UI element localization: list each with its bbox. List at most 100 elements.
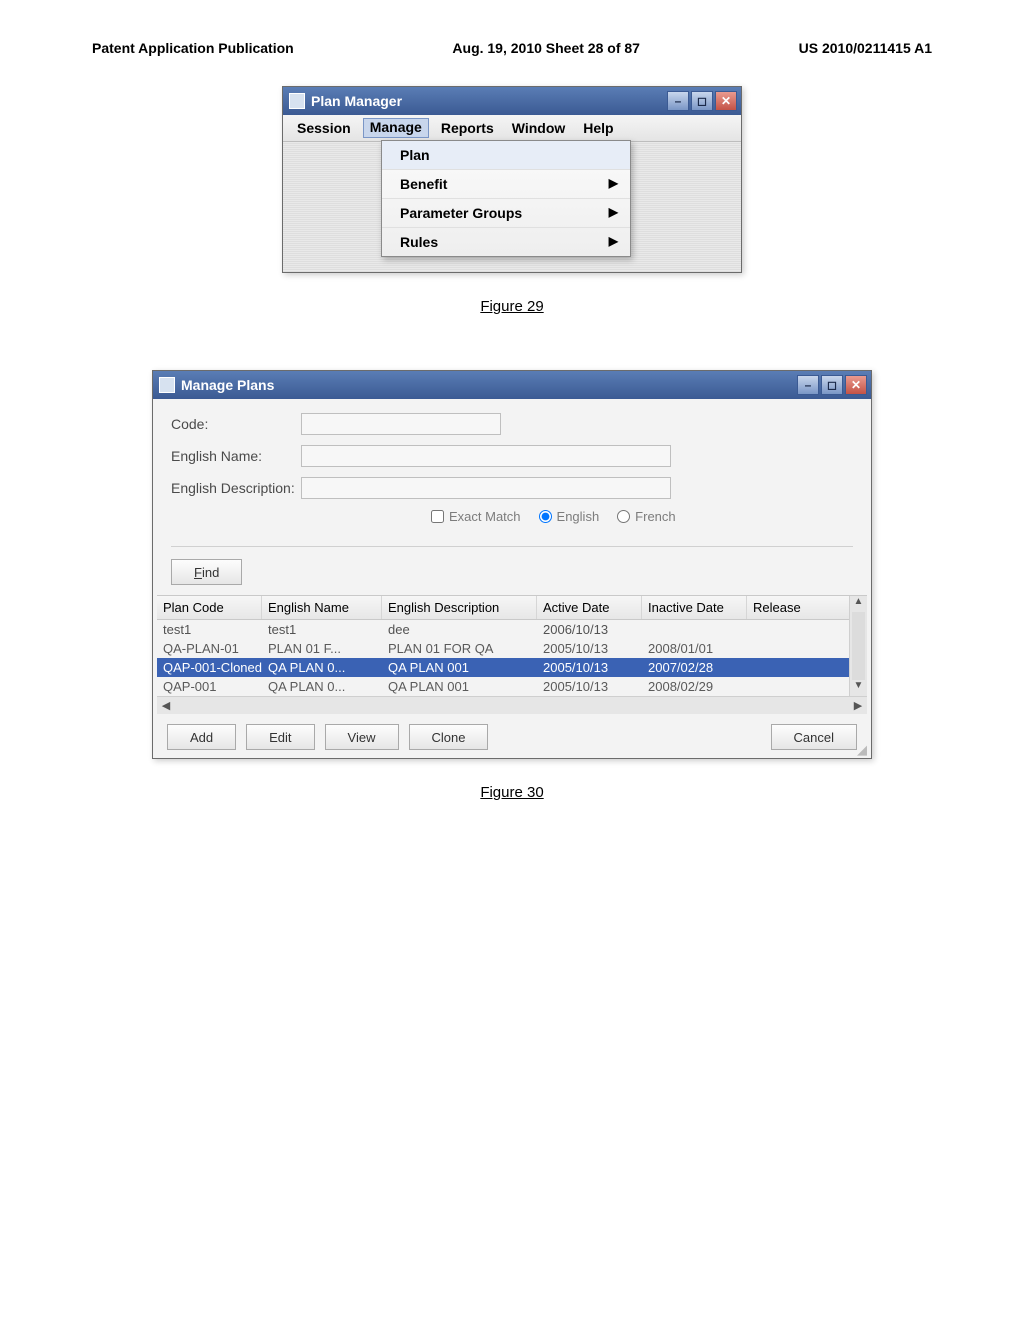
results-grid: Plan Code English Name English Descripti… bbox=[157, 595, 867, 714]
cell-desc: PLAN 01 FOR QA bbox=[382, 639, 537, 658]
figure-caption: Figure 29 bbox=[62, 298, 962, 315]
menu-window[interactable]: Window bbox=[512, 120, 566, 136]
scroll-track[interactable] bbox=[852, 612, 865, 680]
header-right: US 2010/0211415 A1 bbox=[799, 40, 932, 56]
code-input[interactable] bbox=[301, 413, 501, 435]
minimize-button[interactable]: – bbox=[797, 375, 819, 395]
maximize-icon: ◻ bbox=[697, 94, 707, 108]
dropdown-label: Parameter Groups bbox=[400, 205, 522, 221]
menubar: Session Manage Reports Window Help bbox=[283, 115, 741, 142]
table-row[interactable]: QAP-001 QA PLAN 0... QA PLAN 001 2005/10… bbox=[157, 677, 867, 696]
minimize-button[interactable]: – bbox=[667, 91, 689, 111]
english-description-input[interactable] bbox=[301, 477, 671, 499]
cell-name: PLAN 01 F... bbox=[262, 639, 382, 658]
english-radio-label: English bbox=[557, 509, 600, 524]
french-radio[interactable]: French bbox=[617, 509, 675, 524]
dropdown-plan[interactable]: Plan bbox=[382, 141, 630, 170]
manage-plans-window: Manage Plans – ◻ ✕ Code: English Name: E… bbox=[152, 370, 872, 759]
separator bbox=[171, 546, 853, 547]
menu-manage[interactable]: Manage bbox=[363, 118, 429, 138]
cell-code: QA-PLAN-01 bbox=[157, 639, 262, 658]
close-icon: ✕ bbox=[721, 94, 731, 108]
cell-active: 2005/10/13 bbox=[537, 677, 642, 696]
cell-inactive: 2007/02/28 bbox=[642, 658, 747, 677]
english-name-input[interactable] bbox=[301, 445, 671, 467]
add-button[interactable]: Add bbox=[167, 724, 236, 750]
cell-name: QA PLAN 0... bbox=[262, 658, 382, 677]
cell-desc: QA PLAN 001 bbox=[382, 658, 537, 677]
dropdown-benefit[interactable]: Benefit ▶ bbox=[382, 170, 630, 199]
dropdown-parameter-groups[interactable]: Parameter Groups ▶ bbox=[382, 199, 630, 228]
manage-dropdown: Plan Benefit ▶ Parameter Groups ▶ Rules … bbox=[381, 140, 631, 257]
cell-code: QAP-001-Cloned bbox=[157, 658, 262, 677]
find-button[interactable]: Find bbox=[171, 559, 242, 585]
cell-code: test1 bbox=[157, 620, 262, 639]
exact-match-label: Exact Match bbox=[449, 509, 521, 524]
cell-name: test1 bbox=[262, 620, 382, 639]
table-row-selected[interactable]: QAP-001-Cloned QA PLAN 0... QA PLAN 001 … bbox=[157, 658, 867, 677]
col-english-description[interactable]: English Description bbox=[382, 596, 537, 619]
app-icon bbox=[289, 93, 305, 109]
dropdown-label: Benefit bbox=[400, 176, 447, 192]
titlebar[interactable]: Manage Plans – ◻ ✕ bbox=[153, 371, 871, 399]
menu-reports[interactable]: Reports bbox=[441, 120, 494, 136]
header-center: Aug. 19, 2010 Sheet 28 of 87 bbox=[452, 40, 640, 56]
col-english-name[interactable]: English Name bbox=[262, 596, 382, 619]
grid-header: Plan Code English Name English Descripti… bbox=[157, 596, 867, 620]
submenu-arrow-icon: ▶ bbox=[609, 205, 618, 221]
cell-code: QAP-001 bbox=[157, 677, 262, 696]
table-row[interactable]: QA-PLAN-01 PLAN 01 F... PLAN 01 FOR QA 2… bbox=[157, 639, 867, 658]
vertical-scrollbar[interactable]: ▲ ▼ bbox=[849, 596, 867, 696]
maximize-button[interactable]: ◻ bbox=[691, 91, 713, 111]
submenu-arrow-icon: ▶ bbox=[609, 176, 618, 192]
cell-active: 2005/10/13 bbox=[537, 639, 642, 658]
cell-desc: dee bbox=[382, 620, 537, 639]
horizontal-scrollbar[interactable]: ◀ ▶ bbox=[157, 696, 867, 714]
scroll-down-icon[interactable]: ▼ bbox=[850, 680, 867, 696]
patent-header: Patent Application Publication Aug. 19, … bbox=[62, 40, 962, 86]
clone-button[interactable]: Clone bbox=[409, 724, 489, 750]
search-form: Code: English Name: English Description:… bbox=[153, 399, 871, 534]
window-body: Plan Benefit ▶ Parameter Groups ▶ Rules … bbox=[283, 142, 741, 272]
cell-inactive bbox=[642, 620, 747, 639]
col-plan-code[interactable]: Plan Code bbox=[157, 596, 262, 619]
code-label: Code: bbox=[171, 416, 301, 432]
scroll-left-icon[interactable]: ◀ bbox=[157, 699, 175, 712]
find-label-rest: ind bbox=[202, 565, 219, 580]
dropdown-rules[interactable]: Rules ▶ bbox=[382, 228, 630, 256]
scroll-right-icon[interactable]: ▶ bbox=[849, 699, 867, 712]
exact-match-box[interactable] bbox=[431, 510, 444, 523]
menu-help[interactable]: Help bbox=[583, 120, 613, 136]
app-icon bbox=[159, 377, 175, 393]
close-button[interactable]: ✕ bbox=[715, 91, 737, 111]
titlebar[interactable]: Plan Manager – ◻ ✕ bbox=[283, 87, 741, 115]
minimize-icon: – bbox=[805, 378, 812, 392]
col-inactive-date[interactable]: Inactive Date bbox=[642, 596, 747, 619]
menu-session[interactable]: Session bbox=[297, 120, 351, 136]
submenu-arrow-icon: ▶ bbox=[609, 234, 618, 250]
edit-button[interactable]: Edit bbox=[246, 724, 314, 750]
minimize-icon: – bbox=[675, 94, 682, 108]
header-left: Patent Application Publication bbox=[92, 40, 294, 56]
exact-match-checkbox[interactable]: Exact Match bbox=[431, 509, 521, 524]
cell-inactive: 2008/01/01 bbox=[642, 639, 747, 658]
cell-name: QA PLAN 0... bbox=[262, 677, 382, 696]
maximize-button[interactable]: ◻ bbox=[821, 375, 843, 395]
cancel-button[interactable]: Cancel bbox=[771, 724, 857, 750]
dropdown-label: Plan bbox=[400, 147, 430, 163]
scroll-up-icon[interactable]: ▲ bbox=[850, 596, 867, 612]
figure-caption: Figure 30 bbox=[62, 784, 962, 801]
close-icon: ✕ bbox=[851, 378, 861, 392]
plan-manager-window: Plan Manager – ◻ ✕ Session Manage Report… bbox=[282, 86, 742, 273]
close-button[interactable]: ✕ bbox=[845, 375, 867, 395]
table-row[interactable]: test1 test1 dee 2006/10/13 bbox=[157, 620, 867, 639]
view-button[interactable]: View bbox=[325, 724, 399, 750]
english-radio-input[interactable] bbox=[539, 510, 552, 523]
english-radio[interactable]: English bbox=[539, 509, 600, 524]
french-radio-input[interactable] bbox=[617, 510, 630, 523]
english-description-label: English Description: bbox=[171, 480, 301, 496]
col-active-date[interactable]: Active Date bbox=[537, 596, 642, 619]
maximize-icon: ◻ bbox=[827, 378, 837, 392]
cell-active: 2005/10/13 bbox=[537, 658, 642, 677]
window-title: Manage Plans bbox=[181, 377, 274, 393]
